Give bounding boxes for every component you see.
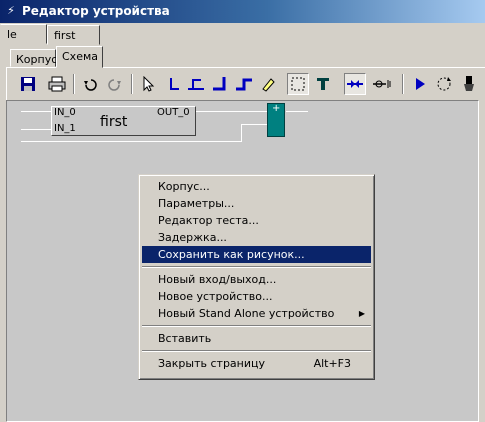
input-pin-label: IN_1 xyxy=(54,123,76,134)
brush-button[interactable] xyxy=(458,73,480,95)
context-menu: Корпус... Параметры... Редактор теста...… xyxy=(138,174,375,380)
input-pin-label: IN_0 xyxy=(54,107,76,118)
toolbar-separator xyxy=(73,74,75,94)
submenu-arrow-icon: ▶ xyxy=(358,309,365,318)
text-tool-icon xyxy=(317,78,329,90)
wire[interactable] xyxy=(21,111,53,112)
wire-corner-button[interactable] xyxy=(209,73,231,95)
tab-korpus[interactable]: Корпус xyxy=(10,49,58,67)
doc-tab-le[interactable]: le xyxy=(0,24,47,44)
wire[interactable] xyxy=(241,124,268,125)
wire-branch-button[interactable] xyxy=(185,73,207,95)
window-title: Редактор устройства xyxy=(22,4,170,18)
menu-item-paste[interactable]: Вставить xyxy=(142,330,371,347)
menu-item-new-standalone-device[interactable]: Новый Stand Alone устройство ▶ xyxy=(142,305,371,322)
output-pin-label: OUT_0 xyxy=(157,107,190,118)
menu-item-label: Задержка... xyxy=(158,231,227,244)
menu-separator xyxy=(142,347,371,355)
text-tool-button[interactable] xyxy=(312,73,334,95)
junction-node[interactable]: + xyxy=(267,103,285,137)
node-label: + xyxy=(272,103,281,114)
wire-icon xyxy=(170,78,179,90)
tab-label: Схема xyxy=(62,50,98,63)
menu-item-parameters[interactable]: Параметры... xyxy=(142,195,371,212)
select-rect-button[interactable] xyxy=(287,73,309,95)
menu-item-delay[interactable]: Задержка... xyxy=(142,229,371,246)
connection-icon xyxy=(347,80,363,88)
wire-corner-icon xyxy=(213,77,226,91)
toolbar-separator xyxy=(402,74,404,94)
menu-item-label: Параметры... xyxy=(158,197,235,210)
menu-separator xyxy=(142,322,371,330)
wire-branch-icon xyxy=(188,79,204,90)
brush-icon xyxy=(464,76,474,91)
pointer-button[interactable] xyxy=(137,73,159,95)
print-button[interactable] xyxy=(46,73,68,95)
toolbar-separator xyxy=(131,74,133,94)
print-icon xyxy=(48,76,66,92)
undo-icon xyxy=(84,79,97,91)
menu-item-new-io[interactable]: Новый вход/выход... xyxy=(142,271,371,288)
redo-icon xyxy=(108,79,121,91)
redo-button[interactable] xyxy=(104,73,126,95)
eraser-icon xyxy=(262,78,275,92)
wire[interactable] xyxy=(21,141,241,142)
window-titlebar[interactable]: ⚡ Редактор устройства xyxy=(0,0,485,23)
save-icon xyxy=(21,77,35,91)
device-block[interactable]: IN_0 IN_1 OUT_0 first xyxy=(51,106,196,136)
wire[interactable] xyxy=(196,111,268,112)
undo-button[interactable] xyxy=(79,73,101,95)
menu-item-close-page[interactable]: Закрыть страницу Alt+F3 xyxy=(142,355,371,372)
menu-item-label: Новый вход/выход... xyxy=(158,273,277,286)
wire-button[interactable] xyxy=(161,73,183,95)
doc-tab-label: first xyxy=(54,29,76,42)
menu-item-new-device[interactable]: Новое устройство... xyxy=(142,288,371,305)
pointer-icon xyxy=(143,76,155,92)
document-tabs: le first xyxy=(0,24,485,45)
io-pin-icon xyxy=(373,80,391,88)
wire-step-icon xyxy=(236,78,252,91)
menu-item-label: Сохранить как рисунок... xyxy=(158,248,305,261)
connection-button[interactable] xyxy=(344,73,366,95)
menu-item-shortcut: Alt+F3 xyxy=(313,357,351,370)
wire[interactable] xyxy=(241,124,242,142)
menu-item-label: Новый Stand Alone устройство xyxy=(158,307,335,320)
io-pin-button[interactable] xyxy=(372,73,394,95)
doc-tab-first[interactable]: first xyxy=(47,25,100,45)
save-button[interactable] xyxy=(17,73,39,95)
view-tabs: Корпус Схема xyxy=(0,46,485,68)
menu-item-label: Корпус... xyxy=(158,180,210,193)
wire[interactable] xyxy=(21,129,53,130)
menu-item-label: Редактор теста... xyxy=(158,214,259,227)
menu-item-korpus[interactable]: Корпус... xyxy=(142,178,371,195)
menu-item-save-as-picture[interactable]: Сохранить как рисунок... xyxy=(142,246,371,263)
menu-item-label: Вставить xyxy=(158,332,212,345)
tab-schema[interactable]: Схема xyxy=(56,46,103,68)
menu-separator xyxy=(142,263,371,271)
run-icon xyxy=(416,78,425,90)
menu-item-test-editor[interactable]: Редактор теста... xyxy=(142,212,371,229)
rotate-icon xyxy=(437,77,451,91)
doc-tab-label: le xyxy=(7,28,17,41)
wire-step-button[interactable] xyxy=(233,73,255,95)
wire[interactable] xyxy=(286,111,308,112)
run-button[interactable] xyxy=(409,73,431,95)
select-rect-icon xyxy=(291,77,305,91)
app-icon[interactable]: ⚡ xyxy=(4,4,18,18)
menu-item-label: Новое устройство... xyxy=(158,290,273,303)
rotate-button[interactable] xyxy=(433,73,455,95)
block-name: first xyxy=(100,114,128,130)
menu-item-label: Закрыть страницу xyxy=(158,357,266,370)
eraser-button[interactable] xyxy=(257,73,279,95)
tab-label: Корпус xyxy=(16,53,58,66)
